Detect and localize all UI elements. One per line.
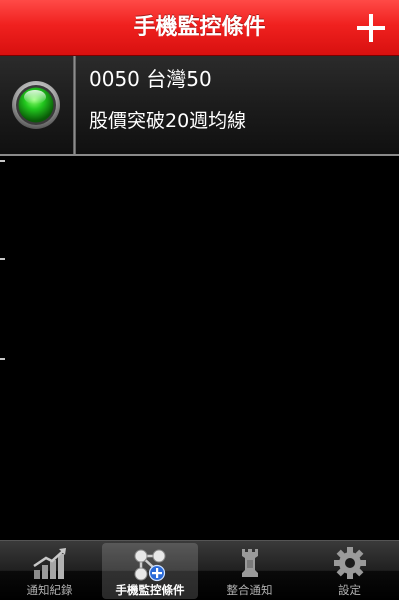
scroll-mark [0, 358, 5, 360]
tab-label: 設定 [338, 583, 361, 597]
condition-description: 股價突破20週均線 [89, 110, 247, 132]
navbar: 手機監控條件 [0, 0, 399, 56]
scroll-mark [0, 258, 5, 260]
page-title: 手機監控條件 [133, 15, 266, 40]
gear-icon [332, 546, 368, 580]
network-add-icon [132, 548, 168, 582]
tab-label: 通知紀錄 [26, 583, 73, 597]
tab-label: 整合通知 [226, 583, 273, 597]
scroll-mark [0, 160, 5, 162]
tab-integrated-notification[interactable]: 整合通知 [200, 541, 299, 600]
tab-settings[interactable]: 設定 [300, 541, 399, 600]
list-item[interactable]: 0050 台灣50 股價突破20週均線 [0, 56, 399, 156]
tab-label: 手機監控條件 [115, 583, 185, 597]
chart-growth-icon [32, 546, 68, 580]
add-condition-button[interactable] [351, 8, 391, 48]
row-divider [73, 56, 76, 154]
rook-tower-icon [232, 546, 268, 580]
tab-mobile-conditions[interactable]: 手機監控條件 [102, 543, 198, 599]
tab-bar: 通知紀錄 手機監控條件 整合通知 設定 [0, 540, 399, 600]
tab-notification-log[interactable]: 通知紀錄 [0, 541, 99, 600]
screen: 手機監控條件 0050 台灣50 股價突破20週均線 通知紀錄 手機監控條件 整… [0, 0, 399, 600]
stock-name: 0050 台灣50 [89, 67, 212, 91]
plus-icon [357, 14, 385, 42]
green-light-icon[interactable] [11, 80, 61, 130]
status-cell[interactable] [0, 56, 74, 154]
